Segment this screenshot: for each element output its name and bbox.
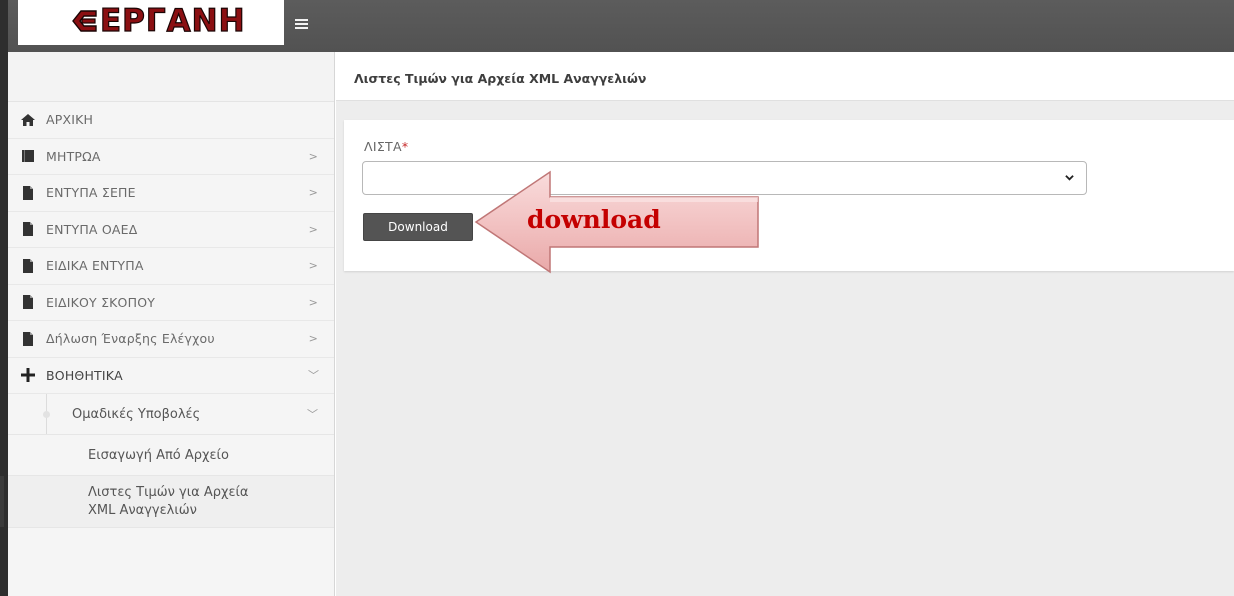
chevron-right-icon: > bbox=[308, 332, 318, 346]
document-icon bbox=[23, 185, 33, 200]
sidebar-item-registries[interactable]: ΜΗΤΡΩΑ > bbox=[8, 138, 334, 175]
plus-icon bbox=[21, 368, 35, 383]
menu-toggle-icon[interactable] bbox=[295, 19, 308, 29]
sidebar-item-special-purpose[interactable]: ΕΙΔΙΚΟΥ ΣΚΟΠΟΥ > bbox=[8, 284, 334, 321]
sidebar-item-label: ΕΙΔΙΚΟΥ ΣΚΟΠΟΥ bbox=[46, 294, 156, 310]
sidebar-item-label: ΑΡΧΙΚΗ bbox=[46, 112, 94, 128]
sidebar: ΑΡΧΙΚΗ ΜΗΤΡΩΑ > ΕΝΤΥΠΑ ΣΕΠΕ > ΕΝΤΥΠΑ ΟΑΕ… bbox=[0, 52, 335, 596]
document-icon bbox=[23, 331, 33, 346]
chevron-right-icon: > bbox=[308, 259, 318, 273]
logo-mark-icon bbox=[72, 10, 97, 32]
chevron-down-icon: ﹀ bbox=[307, 408, 318, 421]
app-logo[interactable]: ΕΡΓΑΝΗ bbox=[18, 0, 284, 45]
sidebar-leaf-import-from-file[interactable]: Εισαγωγή Από Αρχείο bbox=[8, 435, 334, 476]
chevron-down-icon bbox=[1065, 175, 1074, 181]
book-icon bbox=[22, 150, 34, 163]
document-icon bbox=[23, 295, 33, 310]
chevron-right-icon: > bbox=[308, 186, 318, 200]
sidebar-item-label: Δήλωση Έναρξης Ελέγχου bbox=[46, 331, 215, 347]
sidebar-leaf-label-line1: Λιστες Τιμών για Αρχεία bbox=[88, 484, 249, 500]
sidebar-item-label: ΕΝΤΥΠΑ ΟΑΕΔ bbox=[46, 221, 138, 237]
chevron-right-icon: > bbox=[308, 222, 318, 236]
logo-text: ΕΡΓΑΝΗ bbox=[99, 2, 246, 39]
sidebar-item-special-forms[interactable]: ΕΙΔΙΚΑ ΕΝΤΥΠΑ > bbox=[8, 248, 334, 285]
list-label-text: ΛΙΣΤΑ bbox=[364, 139, 402, 154]
sidebar-item-label: ΕΙΔΙΚΑ ΕΝΤΥΠΑ bbox=[46, 258, 144, 274]
sidebar-item-home[interactable]: ΑΡΧΙΚΗ bbox=[8, 102, 334, 139]
sidebar-item-sepe-forms[interactable]: ΕΝΤΥΠΑ ΣΕΠΕ > bbox=[8, 175, 334, 212]
page-header: Λιστες Τιμών για Αρχεία XML Αναγγελιών bbox=[336, 52, 1234, 101]
sidebar-leaf-xml-value-lists[interactable]: Λιστες Τιμών για Αρχεία XML Αναγγελιών bbox=[0, 476, 334, 528]
sidebar-subitem-label: Ομαδικές Υποβολές bbox=[72, 406, 201, 422]
active-indicator bbox=[0, 476, 4, 527]
sidebar-item-label: ΜΗΤΡΩΑ bbox=[46, 148, 101, 164]
home-icon bbox=[21, 113, 35, 126]
top-bar: ΕΡΓΑΝΗ bbox=[8, 0, 1234, 52]
list-field-label: ΛΙΣΤΑ* bbox=[364, 139, 408, 154]
sidebar-item-label: ΕΝΤΥΠΑ ΣΕΠΕ bbox=[46, 185, 136, 201]
document-icon bbox=[23, 222, 33, 237]
sidebar-subitem-bulk-submissions[interactable]: Ομαδικές Υποβολές ﹀ bbox=[8, 394, 334, 435]
main-content: Λιστες Τιμών για Αρχεία XML Αναγγελιών Λ… bbox=[336, 52, 1234, 596]
sidebar-header bbox=[8, 52, 334, 102]
chevron-right-icon: > bbox=[308, 149, 318, 163]
annotation-label: download bbox=[527, 205, 661, 234]
sidebar-item-label: ΒΟΗΘΗΤΙΚΑ bbox=[46, 367, 123, 383]
sidebar-item-oaed-forms[interactable]: ΕΝΤΥΠΑ ΟΑΕΔ > bbox=[8, 211, 334, 248]
download-button[interactable]: Download bbox=[363, 213, 473, 241]
sidebar-item-inspection-start[interactable]: Δήλωση Έναρξης Ελέγχου > bbox=[8, 321, 334, 358]
chevron-down-icon: ﹀ bbox=[308, 369, 320, 383]
sidebar-leaf-label: Εισαγωγή Από Αρχείο bbox=[88, 447, 229, 463]
document-icon bbox=[23, 258, 33, 273]
sidebar-leaf-label-line2: XML Αναγγελιών bbox=[88, 502, 197, 518]
page-title: Λιστες Τιμών για Αρχεία XML Αναγγελιών bbox=[354, 71, 647, 86]
chevron-right-icon: > bbox=[308, 295, 318, 309]
required-marker: * bbox=[401, 139, 409, 154]
tree-node-dot bbox=[43, 411, 50, 418]
sidebar-item-auxiliary[interactable]: ΒΟΗΘΗΤΙΚΑ ﹀ bbox=[8, 357, 334, 394]
